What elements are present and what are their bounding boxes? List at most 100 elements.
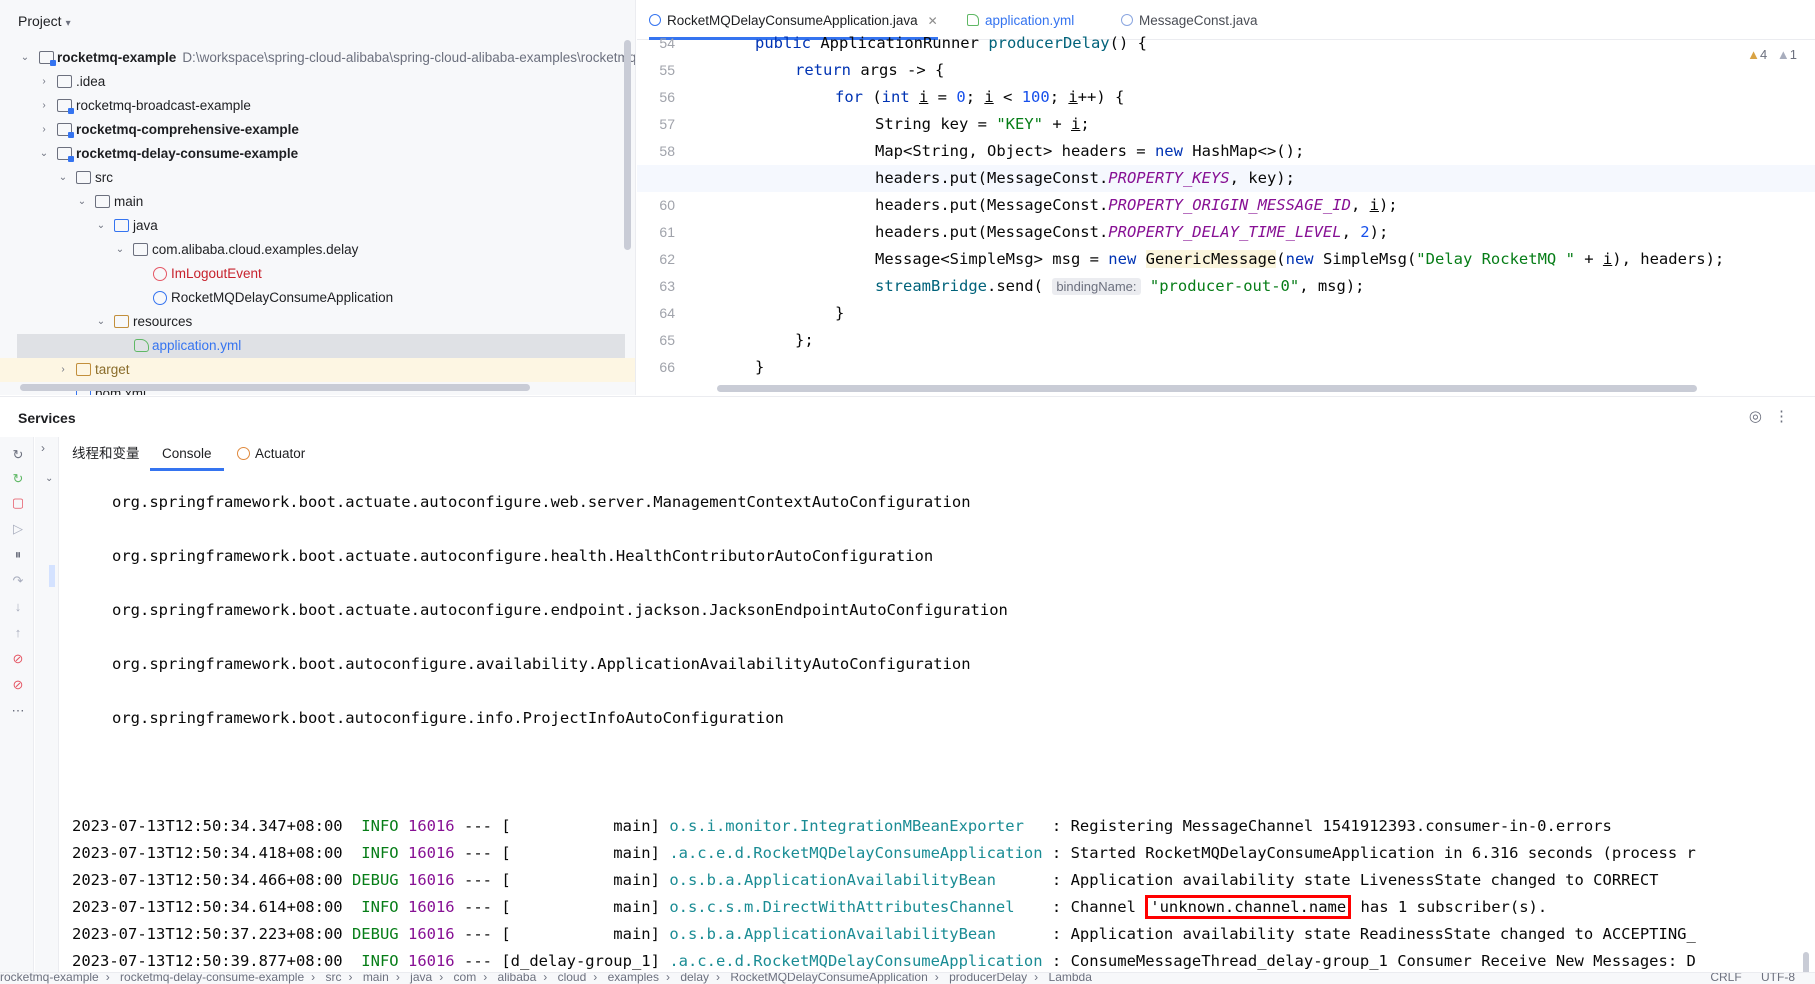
- project-scrollbar-horizontal[interactable]: [20, 384, 530, 391]
- code-token: =: [928, 88, 957, 106]
- step-over-icon[interactable]: ↷: [10, 573, 26, 589]
- step-out-icon[interactable]: ↑: [10, 625, 26, 641]
- step-into-icon[interactable]: ↓: [10, 599, 26, 615]
- log-separator: --- [: [454, 871, 511, 889]
- code-line[interactable]: };: [637, 327, 1815, 354]
- breadcrumb-item[interactable]: producerDelay: [949, 973, 1027, 984]
- pause-icon[interactable]: ⏸: [10, 547, 26, 563]
- tree-item-main[interactable]: ⌄ main: [0, 190, 635, 214]
- code-line[interactable]: return args -> {: [637, 57, 1815, 84]
- tree-item-resources[interactable]: ⌄ resources: [0, 310, 635, 334]
- console-scrollbar[interactable]: [1803, 952, 1809, 972]
- log-timestamp: 2023-07-13T12:50:39.877+08:00: [72, 952, 343, 970]
- code-line[interactable]: for (int i = 0; i < 100; i++) {: [637, 84, 1815, 111]
- tree-item-application-yml[interactable]: application.yml: [17, 334, 625, 358]
- chevron-right-icon[interactable]: ›: [38, 70, 50, 94]
- code-token: i: [1369, 196, 1379, 214]
- tab-actuator[interactable]: Actuator: [237, 437, 305, 471]
- tree-label: RocketMQDelayConsumeApplication: [171, 290, 394, 305]
- editor-scrollbar-horizontal[interactable]: [717, 385, 1697, 392]
- project-scrollbar-vertical[interactable]: [624, 40, 631, 250]
- log-logger[interactable]: o.s.b.a.ApplicationAvailabilityBean: [669, 871, 1042, 889]
- breadcrumb-item[interactable]: Lambda: [1049, 973, 1092, 984]
- code-line[interactable]: String key = "KEY" + i;: [637, 111, 1815, 138]
- tree-item-application-class[interactable]: RocketMQDelayConsumeApplication: [0, 286, 635, 310]
- log-logger[interactable]: o.s.i.monitor.IntegrationMBeanExporter: [669, 817, 1042, 835]
- stop-icon[interactable]: ▢: [10, 495, 26, 511]
- breadcrumb-item[interactable]: main: [363, 973, 389, 984]
- chevron-down-icon[interactable]: ⌄: [95, 310, 107, 334]
- breadcrumb-item[interactable]: rocketmq-delay-consume-example: [120, 973, 304, 984]
- code-line[interactable]: Map<String, Object> headers = new HashMa…: [637, 138, 1815, 165]
- breadcrumb-item[interactable]: rocketmq-example: [0, 973, 99, 984]
- chevron-down-icon[interactable]: ⌄: [95, 214, 107, 238]
- tree-item-src[interactable]: ⌄ src: [0, 166, 635, 190]
- line-separator-indicator[interactable]: CRLF: [1710, 973, 1741, 984]
- log-logger[interactable]: o.s.c.s.m.DirectWithAttributesChannel: [669, 898, 1042, 916]
- log-thread: main]: [510, 925, 660, 943]
- log-logger[interactable]: o.s.b.a.ApplicationAvailabilityBean: [669, 925, 1042, 943]
- chevron-right-icon[interactable]: ›: [57, 358, 69, 382]
- code-line[interactable]: Message<SimpleMsg> msg = new GenericMess…: [637, 246, 1815, 273]
- chevron-down-icon[interactable]: ⌄: [57, 166, 69, 190]
- class-icon: [649, 14, 661, 26]
- code-line[interactable]: streamBridge.send( bindingName: "produce…: [637, 273, 1815, 300]
- log-level: INFO: [351, 952, 399, 970]
- chevron-right-icon[interactable]: ›: [38, 118, 50, 142]
- tree-label: target: [95, 362, 130, 377]
- tree-item-idea[interactable]: › .idea: [0, 70, 635, 94]
- chevron-down-icon[interactable]: ⌄: [114, 238, 126, 262]
- breadcrumb-item[interactable]: com: [454, 973, 477, 984]
- chevron-right-icon[interactable]: ›: [41, 441, 45, 455]
- code-line[interactable]: }: [637, 354, 1815, 381]
- more-options-icon[interactable]: ⋮: [1774, 408, 1801, 425]
- tree-item-java[interactable]: ⌄ java: [0, 214, 635, 238]
- tree-item-imlogoutevent[interactable]: ImLogoutEvent: [0, 262, 635, 286]
- breadcrumb-item[interactable]: RocketMQDelayConsumeApplication: [730, 973, 927, 984]
- encoding-indicator[interactable]: UTF-8: [1761, 973, 1795, 984]
- log-logger[interactable]: .a.c.e.d.RocketMQDelayConsumeApplication: [669, 844, 1042, 862]
- tree-item-target[interactable]: › target: [0, 358, 635, 382]
- more-icon[interactable]: ⋯: [10, 703, 26, 719]
- code-token: i: [919, 88, 929, 106]
- chevron-down-icon[interactable]: ⌄: [76, 190, 88, 214]
- breadcrumb-item[interactable]: examples: [608, 973, 659, 984]
- code-line[interactable]: headers.put(MessageConst.PROPERTY_DELAY_…: [637, 219, 1815, 246]
- tree-item-comprehensive[interactable]: › rocketmq-comprehensive-example: [0, 118, 635, 142]
- mute-breakpoints-icon[interactable]: ⊘: [10, 677, 26, 693]
- log-message: has 1 subscriber(s).: [1351, 898, 1548, 916]
- rerun-icon[interactable]: ↻: [10, 447, 26, 463]
- tree-item-delay-consume[interactable]: ⌄ rocketmq-delay-consume-example: [0, 142, 635, 166]
- breadcrumb-item[interactable]: alibaba: [498, 973, 537, 984]
- code-line[interactable]: headers.put(MessageConst.PROPERTY_ORIGIN…: [637, 192, 1815, 219]
- breadcrumb-item[interactable]: cloud: [558, 973, 587, 984]
- close-icon[interactable]: ✕: [928, 14, 938, 28]
- resume-icon[interactable]: ▷: [10, 521, 26, 537]
- tree-label: rocketmq-example: [57, 50, 177, 65]
- code-line[interactable]: public ApplicationRunner producerDelay()…: [637, 30, 1815, 57]
- code-token: };: [795, 331, 814, 349]
- chevron-down-icon[interactable]: ⌄: [45, 473, 53, 484]
- breadcrumb-item[interactable]: delay: [680, 973, 709, 984]
- chevron-down-icon[interactable]: ⌄: [19, 46, 31, 70]
- chevron-down-icon[interactable]: ⌄: [38, 142, 50, 166]
- target-icon[interactable]: ◎: [1749, 408, 1774, 425]
- code-line-current[interactable]: headers.put(MessageConst.PROPERTY_KEYS, …: [637, 165, 1815, 192]
- console-output[interactable]: org.springframework.boot.actuate.autocon…: [60, 472, 1815, 972]
- view-breakpoints-icon[interactable]: ⊘: [10, 651, 26, 667]
- tab-console[interactable]: Console: [150, 437, 224, 471]
- tree-item-rocketmq-example[interactable]: ⌄ rocketmq-example D:\workspace\spring-cl…: [0, 46, 635, 70]
- code-line[interactable]: }: [637, 300, 1815, 327]
- breadcrumb-item[interactable]: java: [410, 973, 432, 984]
- tree-item-broadcast[interactable]: › rocketmq-broadcast-example: [0, 94, 635, 118]
- code-token: new: [1285, 250, 1323, 268]
- selected-service-marker[interactable]: [49, 565, 55, 587]
- tree-item-package[interactable]: ⌄ com.alibaba.cloud.examples.delay: [0, 238, 635, 262]
- project-view-selector[interactable]: Project ▾: [18, 13, 71, 29]
- chevron-right-icon[interactable]: ›: [38, 94, 50, 118]
- breadcrumb-item[interactable]: src: [325, 973, 341, 984]
- update-running-app-icon[interactable]: ↻: [10, 471, 26, 487]
- log-logger[interactable]: .a.c.e.d.RocketMQDelayConsumeApplication: [669, 952, 1042, 970]
- tab-threads-variables[interactable]: 线程和变量: [72, 437, 140, 471]
- log-timestamp: 2023-07-13T12:50:34.418+08:00: [72, 844, 343, 862]
